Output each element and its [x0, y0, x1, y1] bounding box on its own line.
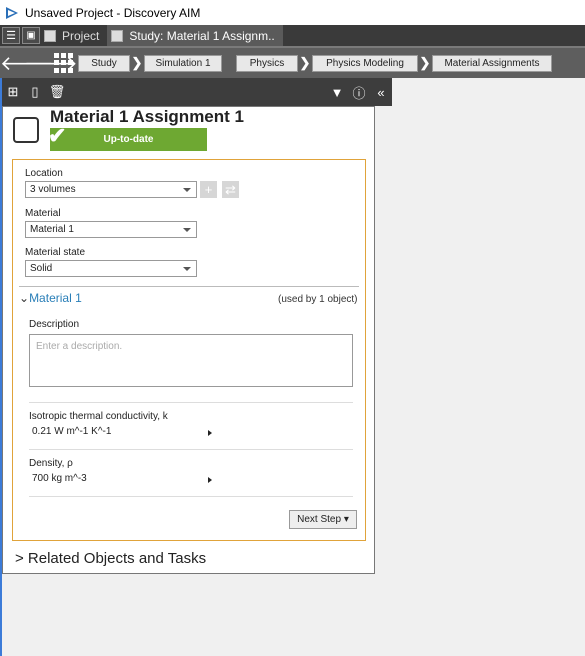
caret-right-icon[interactable] [208, 430, 212, 436]
divider [19, 286, 359, 287]
window-title: Unsaved Project - Discovery AIM [25, 5, 201, 20]
app-logo-icon [6, 6, 18, 19]
back-arrow-icon[interactable]: 🡐 [0, 51, 54, 76]
save-icon[interactable]: ▣ [22, 27, 40, 44]
tab-project[interactable]: Project [40, 25, 107, 46]
breadcrumb-simulation[interactable]: Simulation 1 [144, 54, 222, 72]
forward-arrow-icon[interactable]: 🡒 [24, 51, 78, 76]
location-value: 3 volumes [30, 184, 76, 195]
chevron-right-icon: ❯ [131, 55, 143, 70]
breadcrumb-study[interactable]: Study [78, 54, 130, 72]
delete-icon[interactable]: 🗑 [46, 84, 68, 100]
material-value: Material 1 [30, 224, 74, 235]
project-icon [44, 29, 56, 42]
chevron-down-icon [183, 267, 191, 271]
status-badge: Up-to-date [50, 128, 207, 151]
filter-icon[interactable]: ▼ [326, 85, 348, 100]
caret-right-icon[interactable] [208, 477, 212, 483]
chevron-down-icon [183, 228, 191, 232]
breadcrumb-physics[interactable]: Physics [236, 54, 298, 72]
material-section-title: Material 1 [29, 291, 82, 305]
divider [29, 449, 353, 450]
tab-project-label: Project [62, 28, 100, 43]
divider [29, 496, 353, 497]
material-section-toggle[interactable]: ⌄Material 1 [19, 291, 82, 305]
divider [29, 402, 353, 403]
related-objects-toggle[interactable]: > Related Objects and Tasks [15, 550, 206, 567]
material-select[interactable]: Material 1 [25, 221, 197, 238]
add-icon[interactable]: ⊞ [2, 84, 24, 100]
material-state-label: Material state [25, 247, 86, 258]
add-location-button[interactable]: + [200, 181, 217, 198]
check-icon: ✔ [48, 123, 67, 148]
tab-study-label: Study: Material 1 Assignm.. [129, 28, 275, 43]
tab-study[interactable]: Study: Material 1 Assignm.. [107, 25, 283, 46]
description-field[interactable]: Enter a description. [29, 334, 353, 387]
chevron-down-icon: ⌄ [19, 291, 30, 305]
chevron-right-icon: ❯ [419, 55, 431, 70]
next-step-button[interactable]: Next Step ▾ [289, 510, 357, 529]
conductivity-label: Isotropic thermal conductivity, k [29, 411, 168, 422]
density-label: Density, ρ [29, 458, 73, 469]
location-select[interactable]: 3 volumes [25, 181, 197, 198]
breadcrumb-material-assignments[interactable]: Material Assignments [432, 54, 552, 72]
conductivity-value[interactable]: 0.21 W m^-1 K^-1 [32, 426, 111, 437]
study-icon [111, 29, 124, 42]
grid-icon[interactable] [54, 53, 74, 73]
navigation-bar: 🡐 🡒 Study ❯ Simulation 1 Physics ❯ Physi… [0, 46, 585, 78]
properties-panel: Material 1 Assignment 1 Up-to-date ✔ Loc… [2, 106, 375, 574]
breadcrumb-physics-modeling[interactable]: Physics Modeling [312, 54, 418, 72]
copy-icon[interactable]: ▯ [24, 84, 46, 100]
help-icon[interactable]: ⓘ [348, 83, 370, 102]
density-value[interactable]: 700 kg m^-3 [32, 473, 87, 484]
swap-location-button[interactable]: ⇄ [222, 181, 239, 198]
assignment-icon [13, 117, 39, 143]
menu-icon[interactable]: ☰ [2, 27, 20, 44]
object-title: Material 1 Assignment 1 [50, 107, 244, 126]
title-bar: Unsaved Project - Discovery AIM [0, 0, 585, 25]
used-by-text: (used by 1 object) [278, 294, 358, 305]
material-state-value: Solid [30, 263, 53, 274]
collapse-icon[interactable]: « [370, 85, 392, 100]
properties-box: Location 3 volumes + ⇄ Material Material… [12, 159, 366, 541]
material-label: Material [25, 208, 61, 219]
location-label: Location [25, 168, 63, 179]
chevron-down-icon [183, 188, 191, 192]
chevron-right-icon: ❯ [299, 55, 311, 70]
panel-toolbar: ⊞ ▯ 🗑 ▼ ⓘ « [2, 78, 392, 106]
description-label: Description [29, 319, 80, 330]
material-state-select[interactable]: Solid [25, 260, 197, 277]
tab-bar: ☰ ▣ Project Study: Material 1 Assignm.. [0, 25, 585, 46]
